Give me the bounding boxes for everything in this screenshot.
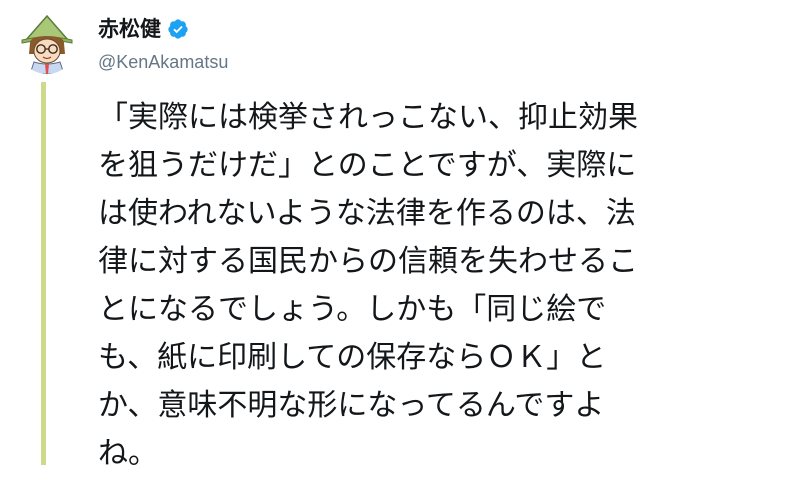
- verified-badge-icon: [168, 19, 188, 39]
- tweet-text-line: 律に対する国民からの信頼を失わせるこ: [98, 244, 638, 279]
- tweet-text: 「実際には検挙されっこない、抑止効果 を狙うだけだ」とのことですが、実際に は使…: [98, 94, 788, 478]
- tweet-text-line: とになるでしょう。しかも「同じ絵で: [98, 292, 607, 327]
- tweet-text-line: か、意味不明な形になってるんですよ: [98, 388, 605, 423]
- avatar[interactable]: [18, 14, 76, 74]
- tweet-text-line: 「実際には検挙されっこない、抑止効果: [98, 100, 638, 135]
- tweet-text-line: を狙うだけだ」とのことですが、実際に: [98, 148, 637, 183]
- author-display-name[interactable]: 赤松健: [98, 14, 161, 44]
- author-name-row: 赤松健: [98, 14, 189, 44]
- wizard-avatar-icon: [21, 14, 73, 74]
- thread-connector-line: [41, 82, 46, 465]
- author-handle[interactable]: @KenAkamatsu: [98, 50, 228, 74]
- tweet-text-line: ね。: [98, 436, 158, 471]
- tweet-text-line: は使われないような法律を作るのは、法: [98, 196, 636, 231]
- tweet-text-line: も、紙に印刷しての保存ならＯＫ」と: [98, 340, 607, 375]
